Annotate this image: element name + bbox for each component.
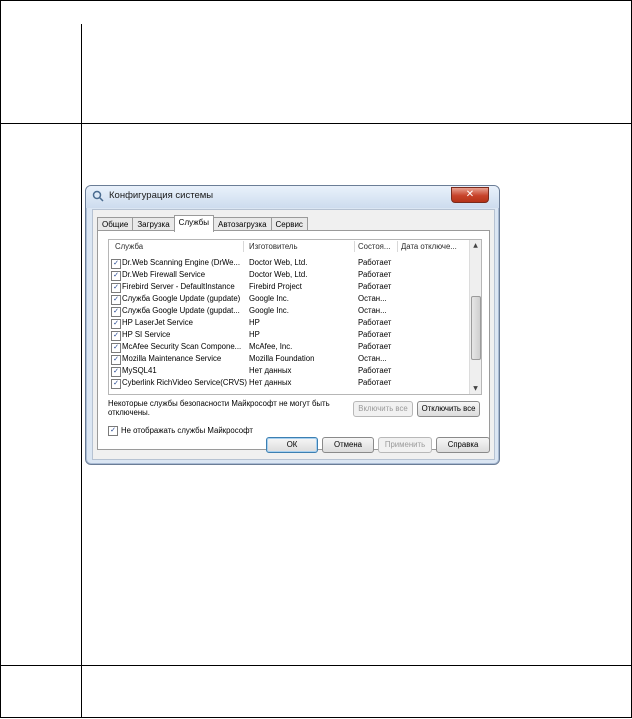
tab-services[interactable]: Службы xyxy=(173,215,214,232)
column-separator[interactable] xyxy=(243,241,244,252)
hide-microsoft-services-label: Не отображать службы Майкрософт xyxy=(121,426,253,436)
table-row[interactable]: ✓ McAfee Security Scan Compone... McAfee, … xyxy=(109,341,469,353)
service-status: Работает xyxy=(358,330,392,339)
service-status: Остан... xyxy=(358,306,387,315)
service-status: Работает xyxy=(358,282,392,291)
service-checkbox[interactable]: ✓ xyxy=(111,331,121,341)
service-vendor: Нет данных xyxy=(249,378,292,387)
service-name: Firebird Server - DefaultInstance xyxy=(122,282,235,291)
service-name: Dr.Web Scanning Engine (DrWe... xyxy=(122,258,241,267)
service-checkbox[interactable]: ✓ xyxy=(111,271,121,281)
service-checkbox[interactable]: ✓ xyxy=(111,259,121,269)
column-separator[interactable] xyxy=(354,241,355,252)
scrollbar-thumb[interactable] xyxy=(471,296,481,360)
service-vendor: Doctor Web, Ltd. xyxy=(249,270,308,279)
apply-button[interactable]: Применить xyxy=(378,437,432,453)
column-header-disabled-date[interactable]: Дата отключе... xyxy=(401,242,457,251)
service-vendor: McAfee, Inc. xyxy=(249,342,293,351)
service-checkbox[interactable]: ✓ xyxy=(111,295,121,305)
scroll-up-arrow-icon[interactable]: ▲ xyxy=(471,241,480,250)
service-checkbox[interactable]: ✓ xyxy=(111,283,121,293)
table-row[interactable]: ✓ Dr.Web Scanning Engine (DrWe... Doctor W… xyxy=(109,257,469,269)
disable-all-button[interactable]: Отключить все xyxy=(417,401,480,417)
vertical-scrollbar[interactable]: ▲ ▼ xyxy=(469,240,481,394)
system-configuration-dialog: Конфигурация системы ✕ Общие Загрузка Сл… xyxy=(85,185,500,465)
table-row[interactable]: ✓ Dr.Web Firewall Service Doctor Web, Ltd.… xyxy=(109,269,469,281)
services-rows: ✓ Dr.Web Scanning Engine (DrWe... Doctor W… xyxy=(109,257,469,389)
cancel-button[interactable]: Отмена xyxy=(322,437,374,453)
column-header-vendor[interactable]: Изготовитель xyxy=(249,242,298,251)
hide-microsoft-services-checkbox[interactable]: ✓ xyxy=(108,426,118,436)
table-row[interactable]: ✓ Cyberlink RichVideo Service(CRVS) Нет да… xyxy=(109,377,469,389)
service-name: HP SI Service xyxy=(122,330,171,339)
table-row[interactable]: ✓ Mozilla Maintenance Service Mozilla Foun… xyxy=(109,353,469,365)
hide-microsoft-services-option[interactable]: ✓ Не отображать службы Майкрософт xyxy=(108,426,253,436)
column-header-status[interactable]: Состоя... xyxy=(358,242,390,251)
table-row[interactable]: ✓ Firebird Server - DefaultInstance Firebi… xyxy=(109,281,469,293)
dialog-client-area: Общие Загрузка Службы Автозагрузка Серви… xyxy=(92,209,495,460)
service-status: Работает xyxy=(358,270,392,279)
table-border-bottom xyxy=(0,717,632,718)
services-list-header: Служба Изготовитель Состоя... Дата отклю… xyxy=(109,240,469,254)
service-vendor: Нет данных xyxy=(249,366,292,375)
table-row-divider-1 xyxy=(0,123,632,124)
dialog-titlebar[interactable]: Конфигурация системы ✕ xyxy=(86,186,499,208)
service-name: MySQL41 xyxy=(122,366,157,375)
column-separator[interactable] xyxy=(397,241,398,252)
tab-strip: Общие Загрузка Службы Автозагрузка Серви… xyxy=(97,215,308,232)
service-status: Остан... xyxy=(358,354,387,363)
dialog-title: Конфигурация системы xyxy=(109,190,214,201)
table-row[interactable]: ✓ HP SI Service HP Работает xyxy=(109,329,469,341)
table-border-top xyxy=(0,0,632,1)
service-checkbox[interactable]: ✓ xyxy=(111,355,121,365)
service-status: Остан... xyxy=(358,294,387,303)
msconfig-icon xyxy=(92,190,104,202)
service-name: Mozilla Maintenance Service xyxy=(122,354,222,363)
service-name: Dr.Web Firewall Service xyxy=(122,270,206,279)
table-row-divider-2 xyxy=(0,665,632,666)
column-header-service[interactable]: Служба xyxy=(115,242,143,251)
service-status: Работает xyxy=(358,318,392,327)
service-vendor: Google Inc. xyxy=(249,294,289,303)
help-button[interactable]: Справка xyxy=(436,437,490,453)
service-checkbox[interactable]: ✓ xyxy=(111,319,121,329)
table-column-divider xyxy=(81,24,82,718)
services-panel: Служба Изготовитель Состоя... Дата отклю… xyxy=(97,230,490,450)
table-row[interactable]: ✓ MySQL41 Нет данных Работает xyxy=(109,365,469,377)
service-checkbox[interactable]: ✓ xyxy=(111,379,121,389)
table-border-left xyxy=(0,0,1,718)
service-status: Работает xyxy=(358,258,392,267)
security-services-note: Некоторые службы безопасности Майкрософт… xyxy=(108,399,330,417)
service-name: Служба Google Update (gupdate) xyxy=(122,294,241,303)
service-status: Работает xyxy=(358,366,392,375)
table-row[interactable]: ✓ HP LaserJet Service HP Работает xyxy=(109,317,469,329)
ok-button[interactable]: ОК xyxy=(266,437,318,453)
close-button[interactable]: ✕ xyxy=(451,187,489,203)
table-row[interactable]: ✓ Служба Google Update (gupdat... Google I… xyxy=(109,305,469,317)
service-vendor: Google Inc. xyxy=(249,306,289,315)
service-name: Служба Google Update (gupdat... xyxy=(122,306,240,315)
scroll-down-arrow-icon[interactable]: ▼ xyxy=(471,384,480,393)
service-name: McAfee Security Scan Compone... xyxy=(122,342,242,351)
service-checkbox[interactable]: ✓ xyxy=(111,367,121,377)
service-vendor: Doctor Web, Ltd. xyxy=(249,258,308,267)
table-row[interactable]: ✓ Служба Google Update (gupdate) Google In… xyxy=(109,293,469,305)
service-checkbox[interactable]: ✓ xyxy=(111,343,121,353)
service-name: Cyberlink RichVideo Service(CRVS) xyxy=(122,378,247,387)
service-vendor: HP xyxy=(249,330,260,339)
service-checkbox[interactable]: ✓ xyxy=(111,307,121,317)
service-vendor: HP xyxy=(249,318,260,327)
service-name: HP LaserJet Service xyxy=(122,318,193,327)
service-status: Работает xyxy=(358,378,392,387)
enable-all-button[interactable]: Включить все xyxy=(353,401,413,417)
service-vendor: Firebird Project xyxy=(249,282,302,291)
service-status: Работает xyxy=(358,342,392,351)
services-list[interactable]: Служба Изготовитель Состоя... Дата отклю… xyxy=(108,239,482,395)
service-vendor: Mozilla Foundation xyxy=(249,354,315,363)
